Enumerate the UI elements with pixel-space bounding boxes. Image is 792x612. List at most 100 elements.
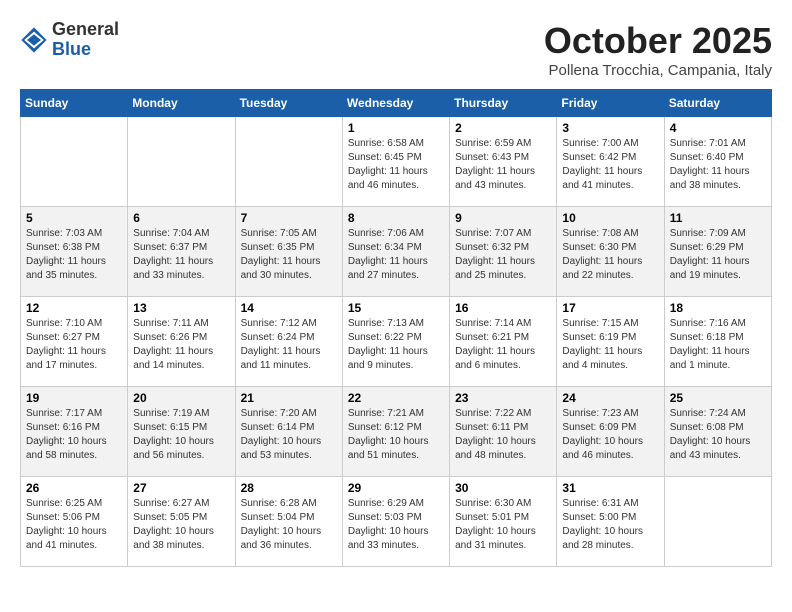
day-number: 12 bbox=[26, 301, 122, 315]
table-row bbox=[664, 477, 771, 567]
day-info: Sunrise: 7:21 AMSunset: 6:12 PMDaylight:… bbox=[348, 407, 444, 463]
table-row: 2Sunrise: 6:59 AMSunset: 6:43 PMDaylight… bbox=[450, 117, 557, 207]
logo-text: General Blue bbox=[52, 20, 119, 60]
day-info: Sunrise: 7:07 AMSunset: 6:32 PMDaylight:… bbox=[455, 227, 551, 283]
logo-blue: Blue bbox=[52, 40, 119, 60]
day-info: Sunrise: 6:31 AMSunset: 5:00 PMDaylight:… bbox=[562, 497, 658, 553]
day-info: Sunrise: 7:09 AMSunset: 6:29 PMDaylight:… bbox=[670, 227, 766, 283]
day-number: 24 bbox=[562, 391, 658, 405]
table-row: 31 Sunrise: 6:31 AMSunset: 5:00 PMDayligh… bbox=[557, 477, 664, 567]
day-info: Sunrise: 7:17 AMSunset: 6:16 PMDaylight:… bbox=[26, 407, 122, 463]
day-number: 19 bbox=[26, 391, 122, 405]
table-row: 14 Sunrise: 7:12 AMSunset: 6:24 PMDayligh… bbox=[235, 297, 342, 387]
day-number: 31 bbox=[562, 481, 658, 495]
table-row: 8Sunrise: 7:06 AMSunset: 6:34 PMDaylight… bbox=[342, 207, 449, 297]
day-number: 3 bbox=[562, 121, 658, 135]
table-row: 26 Sunrise: 6:25 AMSunset: 5:06 PMDayligh… bbox=[21, 477, 128, 567]
day-number: 10 bbox=[562, 211, 658, 225]
day-info: Sunrise: 7:12 AMSunset: 6:24 PMDaylight:… bbox=[241, 317, 337, 373]
table-row bbox=[128, 117, 235, 207]
table-row: 19 Sunrise: 7:17 AMSunset: 6:16 PMDayligh… bbox=[21, 387, 128, 477]
table-row: 1 Sunrise: 6:58 AMSunset: 6:45 PMDaylight… bbox=[342, 117, 449, 207]
table-row: 15 Sunrise: 7:13 AMSunset: 6:22 PMDayligh… bbox=[342, 297, 449, 387]
day-info: Sunrise: 6:58 AMSunset: 6:45 PMDaylight:… bbox=[348, 137, 444, 193]
day-number: 18 bbox=[670, 301, 766, 315]
day-number: 6 bbox=[133, 211, 229, 225]
table-row: 24 Sunrise: 7:23 AMSunset: 6:09 PMDayligh… bbox=[557, 387, 664, 477]
header-thursday: Thursday bbox=[450, 90, 557, 117]
day-number: 2 bbox=[455, 121, 551, 135]
day-info: Sunrise: 7:05 AMSunset: 6:35 PMDaylight:… bbox=[241, 227, 337, 283]
day-info: Sunrise: 7:06 AMSunset: 6:34 PMDaylight:… bbox=[348, 227, 444, 283]
table-row bbox=[235, 117, 342, 207]
day-number: 15 bbox=[348, 301, 444, 315]
day-info: Sunrise: 7:03 AMSunset: 6:38 PMDaylight:… bbox=[26, 227, 122, 283]
table-row: 17Sunrise: 7:15 AMSunset: 6:19 PMDayligh… bbox=[557, 297, 664, 387]
table-row: 5Sunrise: 7:03 AMSunset: 6:38 PMDaylight… bbox=[21, 207, 128, 297]
header-sunday: Sunday bbox=[21, 90, 128, 117]
title-block: October 2025 Pollena Trocchia, Campania,… bbox=[544, 20, 772, 79]
table-row: 18Sunrise: 7:16 AMSunset: 6:18 PMDayligh… bbox=[664, 297, 771, 387]
logo: General Blue bbox=[20, 20, 119, 60]
day-info: Sunrise: 7:04 AMSunset: 6:37 PMDaylight:… bbox=[133, 227, 229, 283]
day-number: 20 bbox=[133, 391, 229, 405]
month-title: October 2025 bbox=[544, 20, 772, 62]
day-info: Sunrise: 7:11 AMSunset: 6:26 PMDaylight:… bbox=[133, 317, 229, 373]
day-info: Sunrise: 6:28 AMSunset: 5:04 PMDaylight:… bbox=[241, 497, 337, 553]
calendar-header: Sunday Monday Tuesday Wednesday Thursday… bbox=[21, 90, 772, 117]
calendar-week-3: 12 Sunrise: 7:10 AMSunset: 6:27 PMDayligh… bbox=[21, 297, 772, 387]
logo-icon bbox=[20, 26, 48, 54]
table-row: 7 Sunrise: 7:05 AMSunset: 6:35 PMDaylight… bbox=[235, 207, 342, 297]
day-number: 25 bbox=[670, 391, 766, 405]
table-row: 6 Sunrise: 7:04 AMSunset: 6:37 PMDaylight… bbox=[128, 207, 235, 297]
header-saturday: Saturday bbox=[664, 90, 771, 117]
page-header: General Blue October 2025 Pollena Trocch… bbox=[20, 20, 772, 79]
day-number: 11 bbox=[670, 211, 766, 225]
day-number: 4 bbox=[670, 121, 766, 135]
table-row bbox=[21, 117, 128, 207]
logo-general: General bbox=[52, 20, 119, 40]
table-row: 16Sunrise: 7:14 AMSunset: 6:21 PMDayligh… bbox=[450, 297, 557, 387]
calendar-week-5: 26 Sunrise: 6:25 AMSunset: 5:06 PMDayligh… bbox=[21, 477, 772, 567]
calendar-week-4: 19 Sunrise: 7:17 AMSunset: 6:16 PMDayligh… bbox=[21, 387, 772, 477]
table-row: 28 Sunrise: 6:28 AMSunset: 5:04 PMDayligh… bbox=[235, 477, 342, 567]
day-info: Sunrise: 7:23 AMSunset: 6:09 PMDaylight:… bbox=[562, 407, 658, 463]
day-number: 1 bbox=[348, 121, 444, 135]
header-tuesday: Tuesday bbox=[235, 90, 342, 117]
day-number: 23 bbox=[455, 391, 551, 405]
table-row: 25 Sunrise: 7:24 AMSunset: 6:08 PMDayligh… bbox=[664, 387, 771, 477]
day-number: 13 bbox=[133, 301, 229, 315]
header-friday: Friday bbox=[557, 90, 664, 117]
table-row: 27Sunrise: 6:27 AMSunset: 5:05 PMDayligh… bbox=[128, 477, 235, 567]
table-row: 11 Sunrise: 7:09 AMSunset: 6:29 PMDayligh… bbox=[664, 207, 771, 297]
day-info: Sunrise: 7:10 AMSunset: 6:27 PMDaylight:… bbox=[26, 317, 122, 373]
day-info: Sunrise: 7:13 AMSunset: 6:22 PMDaylight:… bbox=[348, 317, 444, 373]
day-info: Sunrise: 7:01 AMSunset: 6:40 PMDaylight:… bbox=[670, 137, 766, 193]
header-monday: Monday bbox=[128, 90, 235, 117]
day-info: Sunrise: 6:25 AMSunset: 5:06 PMDaylight:… bbox=[26, 497, 122, 553]
day-info: Sunrise: 7:24 AMSunset: 6:08 PMDaylight:… bbox=[670, 407, 766, 463]
day-number: 28 bbox=[241, 481, 337, 495]
location: Pollena Trocchia, Campania, Italy bbox=[544, 62, 772, 79]
day-number: 29 bbox=[348, 481, 444, 495]
table-row: 20Sunrise: 7:19 AMSunset: 6:15 PMDayligh… bbox=[128, 387, 235, 477]
table-row: 29Sunrise: 6:29 AMSunset: 5:03 PMDayligh… bbox=[342, 477, 449, 567]
header-row: Sunday Monday Tuesday Wednesday Thursday… bbox=[21, 90, 772, 117]
day-info: Sunrise: 7:00 AMSunset: 6:42 PMDaylight:… bbox=[562, 137, 658, 193]
day-info: Sunrise: 7:08 AMSunset: 6:30 PMDaylight:… bbox=[562, 227, 658, 283]
day-number: 26 bbox=[26, 481, 122, 495]
day-number: 16 bbox=[455, 301, 551, 315]
day-number: 22 bbox=[348, 391, 444, 405]
table-row: 22 Sunrise: 7:21 AMSunset: 6:12 PMDayligh… bbox=[342, 387, 449, 477]
day-number: 30 bbox=[455, 481, 551, 495]
day-number: 21 bbox=[241, 391, 337, 405]
day-info: Sunrise: 6:27 AMSunset: 5:05 PMDaylight:… bbox=[133, 497, 229, 553]
day-number: 7 bbox=[241, 211, 337, 225]
day-number: 9 bbox=[455, 211, 551, 225]
day-number: 14 bbox=[241, 301, 337, 315]
day-number: 17 bbox=[562, 301, 658, 315]
calendar-table: Sunday Monday Tuesday Wednesday Thursday… bbox=[20, 89, 772, 567]
day-info: Sunrise: 7:22 AMSunset: 6:11 PMDaylight:… bbox=[455, 407, 551, 463]
table-row: 10 Sunrise: 7:08 AMSunset: 6:30 PMDayligh… bbox=[557, 207, 664, 297]
table-row: 4 Sunrise: 7:01 AMSunset: 6:40 PMDaylight… bbox=[664, 117, 771, 207]
